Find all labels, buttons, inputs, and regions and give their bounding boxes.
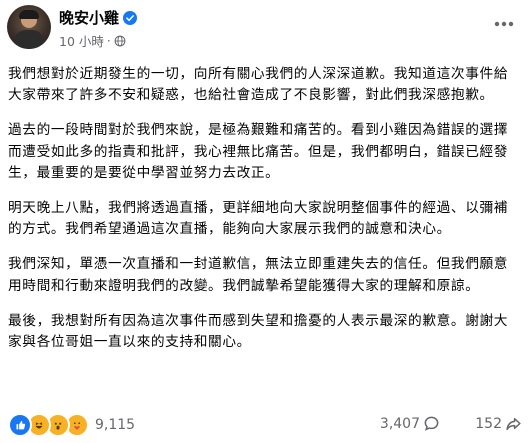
globe-icon xyxy=(114,35,126,46)
more-options-icon xyxy=(494,21,514,27)
page-name-row: 晚安小雞 xyxy=(59,7,138,28)
post-meta: 10 小時 · xyxy=(59,31,126,50)
share-count-link[interactable]: 152 xyxy=(475,415,522,432)
comment-count: 3,407 xyxy=(379,415,420,432)
engagement-bar: 9,115 3,407 152 xyxy=(8,413,522,437)
meta-separator: · xyxy=(106,33,111,48)
comment-icon xyxy=(424,416,439,431)
reactions-summary[interactable]: 9,115 xyxy=(8,413,135,437)
share-icon xyxy=(506,417,521,431)
avatar[interactable] xyxy=(7,5,51,49)
share-count: 152 xyxy=(475,415,502,432)
post-header: 晚安小雞 10 小時 · xyxy=(7,5,523,55)
page-name[interactable]: 晚安小雞 xyxy=(59,7,119,28)
post-paragraph: 明天晚上八點，我們將透過直播，更詳細地向大家說明整個事件的經過、以彌補的方式。我… xyxy=(8,200,509,238)
post-paragraph: 最後，我想對所有因為這次事件而感到失望和擔憂的人表示最深的歉意。謝謝大家與各位哥… xyxy=(8,312,509,351)
more-options-button[interactable] xyxy=(489,9,519,39)
post-body: 我們想對於近期發生的一切，向所有關心我們的人深深道歉。我知道這次事件給大家帶來了… xyxy=(8,64,522,367)
verified-badge-icon xyxy=(123,10,138,25)
reaction-count[interactable]: 9,115 xyxy=(95,417,135,433)
post-paragraph: 我們想對於近期發生的一切，向所有關心我們的人深深道歉。我知道這次事件給大家帶來了… xyxy=(8,66,509,104)
post-paragraph: 過去的一段時間對於我們來說，是極為艱難和痛苦的。看到小雞因為錯誤的選擇而遭受如此… xyxy=(8,122,509,181)
like-reaction-icon xyxy=(8,413,32,437)
comment-count-link[interactable]: 3,407 xyxy=(380,415,440,432)
post-paragraph: 我們深知，單憑一次直播和一封道歉信，無法立即重建失去的信任。但我們願意用時間和行… xyxy=(8,256,509,294)
post-timestamp[interactable]: 10 小時 xyxy=(59,31,104,50)
